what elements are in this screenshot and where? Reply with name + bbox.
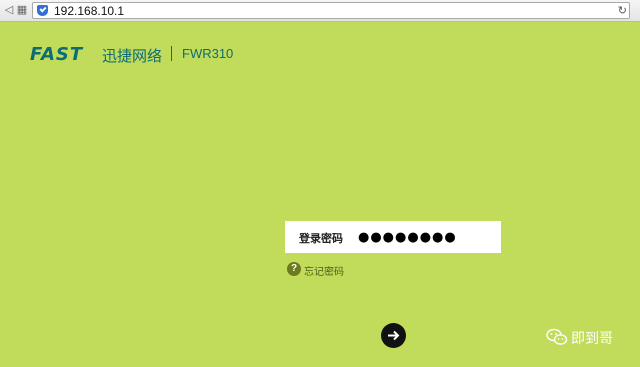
question-icon: ? [287, 262, 301, 276]
model-name: FWR310 [182, 46, 234, 61]
password-label: 登录密码 [299, 233, 343, 245]
password-input[interactable] [358, 227, 493, 247]
back-icon[interactable]: ◁ [3, 4, 15, 16]
brand-name: 迅捷网络 [102, 48, 163, 65]
divider [171, 46, 172, 61]
fast-logo: FAST [30, 44, 84, 65]
login-box: 登录密码 [285, 221, 501, 253]
arrow-right-icon [388, 330, 400, 341]
login-submit-button[interactable] [381, 323, 406, 348]
url-text[interactable]: 192.168.10.1 [54, 4, 124, 18]
forgot-password-label: 忘记密码 [304, 267, 344, 278]
tabs-icon[interactable]: ▦ [16, 4, 28, 16]
wechat-icon [546, 328, 568, 345]
security-shield-icon [37, 5, 48, 16]
refresh-icon[interactable]: ↻ [618, 4, 627, 17]
watermark-text: 即到哥 [571, 330, 613, 346]
address-bar[interactable]: 192.168.10.1 ↻ [32, 2, 630, 19]
browser-toolbar: ◁ ▦ 192.168.10.1 ↻ [0, 0, 640, 22]
